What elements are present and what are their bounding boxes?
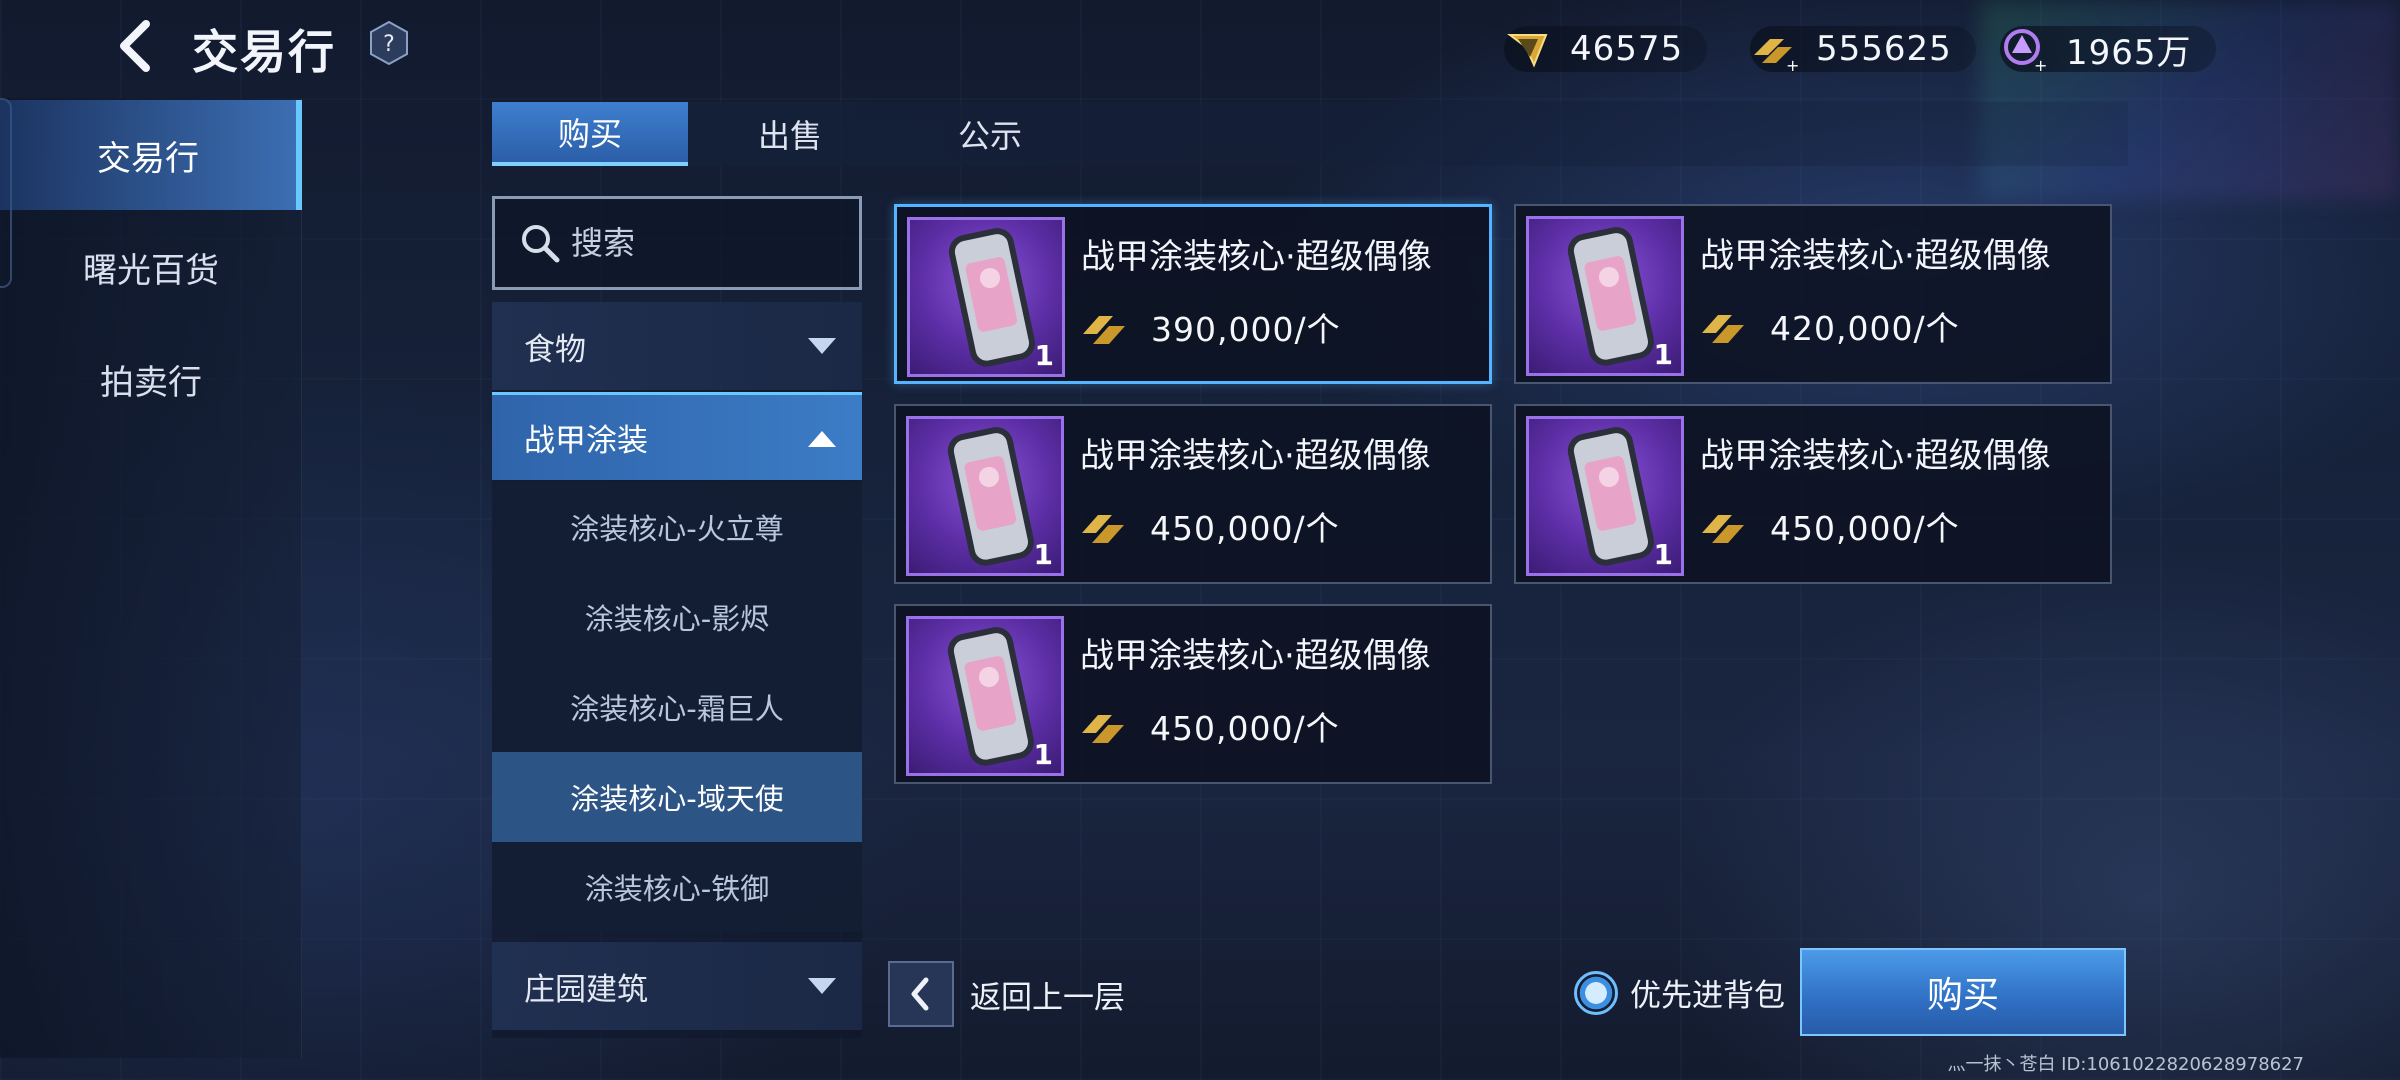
- chevron-down-icon: [808, 978, 836, 994]
- tab-buy[interactable]: 购买: [492, 102, 688, 166]
- listing-card[interactable]: 1 战甲涂装核心·超级偶像 450,000/个: [894, 404, 1492, 584]
- gold-bars-icon: [1082, 715, 1124, 743]
- currency-gold[interactable]: + 555625: [1750, 25, 1976, 73]
- item-price: 450,000/个: [1150, 709, 1340, 748]
- price-row: 450,000/个: [1080, 502, 1340, 550]
- chevron-down-icon: [808, 338, 836, 354]
- listing-card[interactable]: 1 战甲涂装核心·超级偶像 420,000/个: [1514, 204, 2112, 384]
- back-arrow-icon[interactable]: [112, 18, 160, 74]
- radio-button[interactable]: [1574, 970, 1618, 1015]
- item-name: 战甲涂装核心·超级偶像: [1700, 236, 2051, 276]
- item-thumbnail: 1: [906, 616, 1064, 776]
- subcategory-item[interactable]: 涂装核心-铁御: [492, 842, 862, 932]
- subcategory-item[interactable]: 涂装核心-火立尊: [492, 482, 862, 572]
- player-id: 灬一抹丶苍白 ID:1061022820628978627: [1947, 1054, 2304, 1075]
- item-price: 450,000/个: [1150, 509, 1340, 548]
- price-row: 420,000/个: [1700, 302, 1960, 350]
- item-name: 战甲涂装核心·超级偶像: [1080, 436, 1431, 476]
- currency-crystal-value: 1965万: [2066, 32, 2192, 73]
- item-name: 战甲涂装核心·超级偶像: [1081, 237, 1432, 277]
- category-list: 食物 战甲涂装 涂装核心-火立尊 涂装核心-影烬 涂装核心-霜巨人 涂装核心-域…: [492, 302, 862, 1038]
- chevron-left-icon[interactable]: [888, 961, 954, 1027]
- item-name: 战甲涂装核心·超级偶像: [1080, 636, 1431, 676]
- nav-item-trading-house[interactable]: 交易行: [0, 100, 302, 210]
- gold-bars-icon: [1702, 315, 1744, 343]
- item-thumbnail: 1: [906, 416, 1064, 576]
- search-input[interactable]: [571, 224, 851, 262]
- svg-text:?: ?: [383, 32, 395, 57]
- gold-bars-icon: [1083, 316, 1125, 344]
- price-row: 450,000/个: [1080, 702, 1340, 750]
- search-icon: [522, 225, 560, 263]
- subcategory-item-selected[interactable]: 涂装核心-域天使: [492, 752, 862, 842]
- currency-energy: 46575: [1504, 26, 1708, 72]
- item-quantity: 1: [1653, 538, 1673, 571]
- priority-backpack-toggle[interactable]: 优先进背包: [1574, 970, 1785, 1015]
- category-food-label: 食物: [524, 331, 586, 368]
- price-row: 390,000/个: [1081, 303, 1341, 351]
- tab-sell[interactable]: 出售: [692, 102, 888, 166]
- back-to-parent-button[interactable]: 返回上一层: [888, 960, 1125, 1028]
- subcategory-item[interactable]: 涂装核心-影烬: [492, 572, 862, 662]
- currency-crystal[interactable]: + 1965万: [2000, 25, 2216, 73]
- gold-bars-add-icon[interactable]: +: [1750, 25, 1798, 73]
- priority-backpack-label: 优先进背包: [1630, 978, 1785, 1014]
- page-title: 交易行: [192, 25, 336, 79]
- item-thumbnail: 1: [907, 217, 1065, 377]
- item-quantity: 1: [1034, 339, 1054, 372]
- top-bar: 交易行 ? 46575 + 555625 + 1965万: [0, 0, 2400, 92]
- purple-crystal-add-icon[interactable]: +: [2000, 25, 2048, 73]
- category-manor-building-label: 庄园建筑: [524, 971, 648, 1008]
- gold-bars-icon: [1702, 515, 1744, 543]
- tab-announce[interactable]: 公示: [892, 102, 1088, 166]
- buy-button[interactable]: 购买: [1800, 948, 2126, 1036]
- item-name: 战甲涂装核心·超级偶像: [1700, 436, 2051, 476]
- energy-wings-icon: [1507, 34, 1548, 68]
- item-quantity: 1: [1033, 538, 1053, 571]
- category-armor-skin[interactable]: 战甲涂装: [492, 392, 862, 480]
- help-button[interactable]: ?: [368, 20, 410, 66]
- back-to-parent-label: 返回上一层: [970, 979, 1125, 1016]
- currency-gold-value: 555625: [1816, 29, 1952, 69]
- chevron-up-icon: [808, 431, 836, 447]
- item-price: 450,000/个: [1770, 509, 1960, 548]
- item-price: 420,000/个: [1770, 309, 1960, 348]
- svg-text:+: +: [2034, 56, 2047, 73]
- category-armor-skin-label: 战甲涂装: [524, 423, 648, 459]
- nav-item-dawn-store[interactable]: 曙光百货: [0, 212, 302, 322]
- price-row: 450,000/个: [1700, 502, 1960, 550]
- listing-card[interactable]: 1 战甲涂装核心·超级偶像 450,000/个: [894, 604, 1492, 784]
- svg-text:+: +: [1786, 56, 1798, 73]
- listing-card[interactable]: 1 战甲涂装核心·超级偶像 450,000/个: [1514, 404, 2112, 584]
- tab-bar: 购买 出售 公示: [492, 102, 2128, 166]
- item-thumbnail: 1: [1526, 216, 1684, 376]
- listing-card[interactable]: 1 战甲涂装核心·超级偶像 390,000/个: [894, 204, 1492, 384]
- item-quantity: 1: [1033, 738, 1053, 771]
- item-price: 390,000/个: [1151, 310, 1341, 349]
- item-thumbnail: 1: [1526, 416, 1684, 576]
- category-food[interactable]: 食物: [492, 302, 862, 390]
- currency-energy-value: 46575: [1570, 29, 1684, 69]
- search-box[interactable]: [492, 196, 862, 290]
- subcategory-item[interactable]: 涂装核心-霜巨人: [492, 662, 862, 752]
- nav-item-auction[interactable]: 拍卖行: [0, 324, 302, 434]
- category-manor-building[interactable]: 庄园建筑: [492, 942, 862, 1030]
- gold-bars-icon: [1082, 515, 1124, 543]
- item-quantity: 1: [1653, 338, 1673, 371]
